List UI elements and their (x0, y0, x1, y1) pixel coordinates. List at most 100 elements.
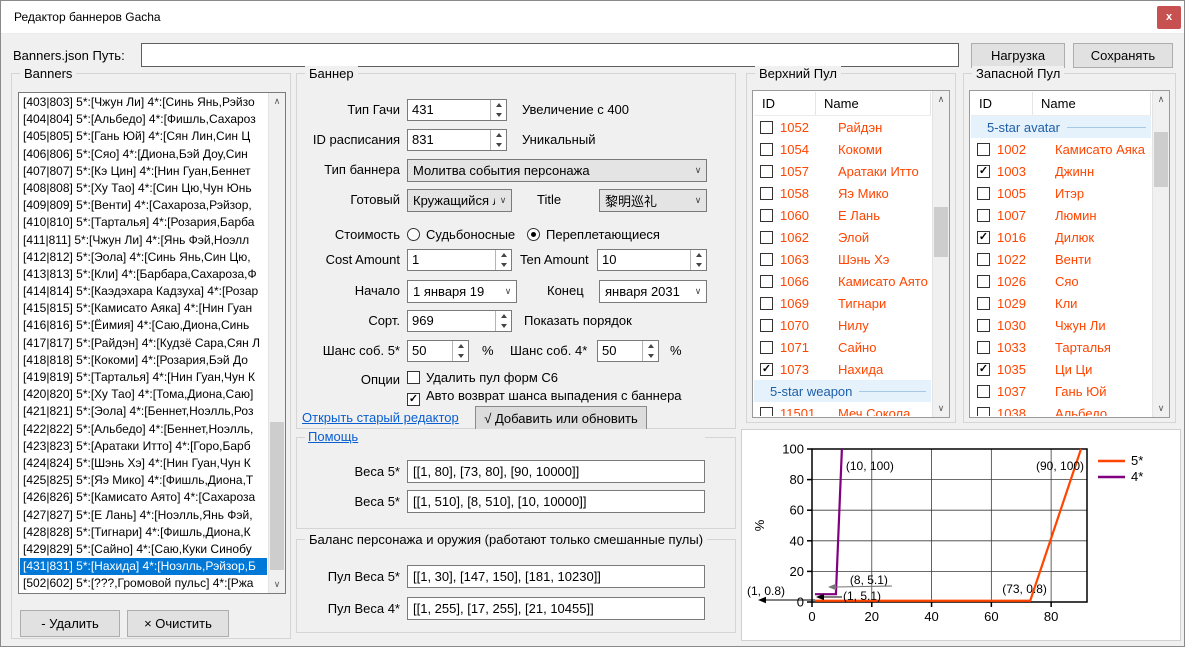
scroll-down-icon[interactable]: ∨ (1153, 400, 1169, 417)
scroll-up-icon[interactable]: ∧ (1153, 91, 1169, 108)
banner-list-item[interactable]: [426|826] 5*:[Камисато Аято] 4*:[Сахароз… (20, 489, 267, 506)
pool-row[interactable]: 1063Шэнь Хэ (754, 248, 931, 270)
banners-listbox[interactable]: [403|803] 5*:[Чжун Ли] 4*:[Синь Янь,Рэйз… (18, 92, 286, 594)
pool-row[interactable]: 11501Меч Сокола (754, 402, 931, 416)
path-input[interactable] (141, 43, 959, 67)
banner-list-item[interactable]: [407|807] 5*:[Кэ Цин] 4*:[Нин Гуан,Бенне… (20, 163, 267, 180)
scroll-down-icon[interactable]: ∨ (933, 400, 949, 417)
upper-pool-scrollbar[interactable]: ∧ ∨ (932, 91, 949, 417)
open-old-editor-link[interactable]: Открыть старый редактор (302, 410, 459, 425)
banner-list-item[interactable]: [404|804] 5*:[Альбедо] 4*:[Фишль,Сахароз (20, 111, 267, 128)
pool-row[interactable]: 1062Элой (754, 226, 931, 248)
upper-pool-scrollbar-thumb[interactable] (934, 207, 948, 257)
checkbox-icon[interactable] (977, 275, 990, 288)
scroll-up-icon[interactable]: ∧ (933, 91, 949, 108)
checkbox-icon[interactable] (760, 143, 773, 156)
pool-row[interactable]: 1037Гань Юй (971, 380, 1151, 402)
banner-list-item[interactable]: [415|815] 5*:[Камисато Аяка] 4*:[Нин Гуа… (20, 300, 267, 317)
weights5b-input[interactable] (407, 490, 705, 513)
banner-list-item[interactable]: [428|828] 5*:[Тигнари] 4*:[Фишль,Диона,К (20, 524, 267, 541)
banner-list-item[interactable]: [425|825] 5*:[Яэ Мико] 4*:[Фишль,Диона,Т (20, 472, 267, 489)
checkbox-icon[interactable] (977, 253, 990, 266)
banner-list-item[interactable]: [417|817] 5*:[Райдэн] 4*:[Кудзё Сара,Сян… (20, 335, 267, 352)
column-name[interactable]: Name (816, 92, 931, 115)
sort-spinner[interactable]: 969 (407, 310, 512, 332)
banner-list-item[interactable]: [410|810] 5*:[Тарталья] 4*:[Розария,Барб… (20, 214, 267, 231)
load-button[interactable]: Нагрузка (971, 43, 1065, 68)
option-auto-return-checkbox[interactable]: ✓Авто возврат шанса выпадения с баннера (407, 387, 682, 406)
pool-row[interactable]: 1069Тигнари (754, 292, 931, 314)
end-date-select[interactable]: января 2031 ∨ (599, 280, 707, 303)
prefab-select[interactable]: Кружащийся л ∨ (407, 189, 512, 212)
checkbox-icon[interactable] (760, 165, 773, 178)
banner-list-item[interactable]: [412|812] 5*:[Эола] 4*:[Синь Янь,Син Цю, (20, 249, 267, 266)
checkbox-icon[interactable] (760, 209, 773, 222)
weights5-input[interactable] (407, 460, 705, 483)
pool-row[interactable]: 1002Камисато Аяка (971, 138, 1151, 160)
banner-list-item[interactable]: [421|821] 5*:[Эола] 4*:[Беннет,Ноэлль,Ро… (20, 403, 267, 420)
checkbox-icon[interactable] (760, 231, 773, 244)
pool-row[interactable]: ✓1035Ци Ци (971, 358, 1151, 380)
checkbox-icon[interactable] (977, 341, 990, 354)
spinner-arrows-icon[interactable] (490, 100, 506, 120)
banner-list-item[interactable]: [411|811] 5*:[Чжун Ли] 4*:[Янь Фэй,Ноэлл (20, 232, 267, 249)
checkbox-icon[interactable] (977, 407, 990, 417)
checkbox-checked-icon[interactable]: ✓ (977, 231, 990, 244)
column-id[interactable]: ID (971, 92, 1033, 115)
pool-row[interactable]: 1029Кли (971, 292, 1151, 314)
ten-amount-spinner[interactable]: 10 (597, 249, 707, 271)
scroll-down-icon[interactable]: ∨ (269, 576, 285, 593)
title-select[interactable]: 黎明巡礼 ∨ (599, 189, 707, 212)
banner-list-item[interactable]: [429|829] 5*:[Сайно] 4*:[Саю,Куки Синобу (20, 541, 267, 558)
pool-row[interactable]: 1066Камисато Аято (754, 270, 931, 292)
clear-banners-button[interactable]: × Очистить (127, 610, 229, 637)
pool-row[interactable]: 1033Тарталья (971, 336, 1151, 358)
pool-row[interactable]: 1022Венти (971, 248, 1151, 270)
pool-row[interactable]: 1005Итэр (971, 182, 1151, 204)
pool-row[interactable]: 1007Люмин (971, 204, 1151, 226)
column-id[interactable]: ID (754, 92, 816, 115)
pool-row[interactable]: 1071Сайно (754, 336, 931, 358)
banner-list-item[interactable]: [405|805] 5*:[Гань Юй] 4*:[Сян Лин,Син Ц (20, 128, 267, 145)
banner-list-item[interactable]: [406|806] 5*:[Сяо] 4*:[Диона,Бэй Доу,Син (20, 146, 267, 163)
banner-list-item[interactable]: [416|816] 5*:[Ёимия] 4*:[Саю,Диона,Синь (20, 317, 267, 334)
pool-row[interactable]: 1030Чжун Ли (971, 314, 1151, 336)
pool-row[interactable]: ✓1016Дилюк (971, 226, 1151, 248)
close-button[interactable]: x (1157, 6, 1181, 29)
banners-scrollbar-thumb[interactable] (270, 422, 284, 570)
pool-row[interactable]: 1054Кокоми (754, 138, 931, 160)
banner-list-item[interactable]: [418|818] 5*:[Кокоми] 4*:[Розария,Бэй До (20, 352, 267, 369)
pool-row[interactable]: 1060Е Лань (754, 204, 931, 226)
checkbox-icon[interactable] (760, 187, 773, 200)
chance4-spinner[interactable]: 50 (597, 340, 659, 362)
banner-list-item[interactable]: [424|824] 5*:[Шэнь Хэ] 4*:[Нин Гуан,Чун … (20, 455, 267, 472)
checkbox-icon[interactable] (977, 143, 990, 156)
spinner-arrows-icon[interactable] (490, 130, 506, 150)
spinner-arrows-icon[interactable] (690, 250, 706, 270)
banners-scrollbar[interactable]: ∧ ∨ (268, 93, 285, 593)
chance5-spinner[interactable]: 50 (407, 340, 469, 362)
checkbox-icon[interactable] (760, 275, 773, 288)
banner-list-item[interactable]: [403|803] 5*:[Чжун Ли] 4*:[Синь Янь,Рэйз… (20, 94, 267, 111)
column-name[interactable]: Name (1033, 92, 1151, 115)
option-remove-c6-checkbox[interactable]: Удалить пул форм С6 (407, 369, 558, 387)
pool-row[interactable]: 1057Аратаки Итто (754, 160, 931, 182)
checkbox-checked-icon[interactable]: ✓ (977, 165, 990, 178)
schedule-id-spinner[interactable]: 831 (407, 129, 507, 151)
cost-amount-spinner[interactable]: 1 (407, 249, 512, 271)
banner-list-item[interactable]: [413|813] 5*:[Кли] 4*:[Барбара,Сахароза,… (20, 266, 267, 283)
reserve-pool-scrollbar[interactable]: ∧ ∨ (1152, 91, 1169, 417)
pool-row[interactable]: 1070Нилу (754, 314, 931, 336)
help-link[interactable]: Помощь (305, 429, 705, 444)
banner-list-item[interactable]: [408|808] 5*:[Ху Тао] 4*:[Син Цю,Чун Юнь (20, 180, 267, 197)
banner-list-item[interactable]: [427|827] 5*:[Е Лань] 4*:[Ноэлль,Янь Фэй… (20, 507, 267, 524)
banner-list-item[interactable]: [419|819] 5*:[Тарталья] 4*:[Нин Гуан,Чун… (20, 369, 267, 386)
spinner-arrows-icon[interactable] (452, 341, 468, 361)
checkbox-icon[interactable] (760, 341, 773, 354)
checkbox-icon[interactable] (760, 253, 773, 266)
banner-list-item[interactable]: [420|820] 5*:[Ху Тао] 4*:[Тома,Диона,Саю… (20, 386, 267, 403)
banner-list-item[interactable]: [423|823] 5*:[Аратаки Итто] 4*:[Горо,Бар… (20, 438, 267, 455)
pool-row[interactable]: 1058Яэ Мико (754, 182, 931, 204)
checkbox-icon[interactable] (760, 121, 773, 134)
pool-row[interactable]: 1038Альбедо (971, 402, 1151, 416)
